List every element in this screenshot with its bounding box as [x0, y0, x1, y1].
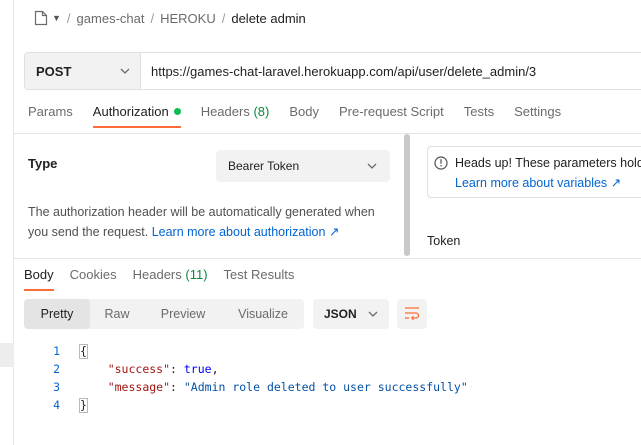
json-close-brace: } [79, 398, 88, 413]
http-method-select[interactable]: POST [25, 53, 141, 89]
tab-settings[interactable]: Settings [514, 104, 561, 126]
tab-params[interactable]: Params [28, 104, 73, 126]
breadcrumb-folder[interactable]: HEROKU [160, 11, 216, 26]
response-body-viewer[interactable]: 1 { 2 "success": true, 3 "message": "Adm… [30, 342, 468, 414]
response-divider [14, 258, 641, 259]
caret-down-icon[interactable]: ▼ [52, 13, 61, 23]
tab-label: Headers [200, 104, 250, 119]
response-headers-count: (11) [185, 267, 208, 282]
format-select[interactable]: JSON [313, 299, 389, 329]
tab-test-results[interactable]: Test Results [224, 267, 295, 289]
chevron-down-icon [367, 163, 377, 169]
http-method-label: POST [36, 63, 72, 79]
request-url-bar: POST https://games-chat-laravel.herokuap… [24, 52, 641, 90]
sidebar-selected-row[interactable] [0, 343, 14, 367]
learn-more-variables-link[interactable]: Learn more about variables ↗ [455, 175, 621, 190]
response-tabs: Body Cookies Headers (11) Test Results [24, 267, 310, 291]
breadcrumb-separator: / [66, 10, 71, 26]
code-line: 2 "success": true, [30, 360, 468, 378]
line-number: 1 [53, 344, 60, 358]
tab-body[interactable]: Body [289, 104, 319, 126]
chevron-down-icon [120, 68, 130, 74]
format-value: JSON [324, 307, 357, 321]
view-preview-button[interactable]: Preview [144, 299, 222, 329]
tab-label: Test Results [223, 267, 295, 282]
breadcrumb: ▼ / games-chat / HEROKU / delete admin [34, 8, 306, 28]
tab-authorization[interactable]: Authorization [92, 104, 181, 128]
view-mode-selector: Pretty Raw Preview Visualize [24, 299, 304, 329]
variables-notice: Heads up! These parameters hold Learn mo… [427, 146, 641, 198]
url-input[interactable]: https://games-chat-laravel.herokuapp.com… [141, 53, 641, 89]
code-line: 3 "message": "Admin role deleted to user… [30, 378, 468, 396]
tab-label: Body [24, 267, 54, 282]
json-key: "message" [107, 380, 171, 394]
json-value: true [183, 362, 212, 376]
breadcrumb-request-name[interactable]: delete admin [231, 11, 305, 26]
info-icon [434, 156, 448, 173]
notice-text: Heads up! These parameters hold [455, 156, 641, 170]
code-line: 1 { [30, 342, 468, 360]
code-line: 4 } [30, 396, 468, 414]
breadcrumb-collection[interactable]: games-chat [77, 11, 145, 26]
view-pretty-button[interactable]: Pretty [24, 299, 90, 329]
tab-tests[interactable]: Tests [464, 104, 494, 126]
auth-type-value: Bearer Token [228, 159, 300, 173]
tabs-divider [14, 133, 641, 134]
tab-pre-request-script[interactable]: Pre-request Script [339, 104, 444, 126]
headers-count: (8) [253, 104, 270, 119]
tab-response-body[interactable]: Body [24, 267, 54, 291]
tab-cookies[interactable]: Cookies [70, 267, 117, 289]
breadcrumb-separator: / [221, 10, 226, 26]
json-value: "Admin role deleted to user successfully… [183, 380, 468, 394]
view-visualize-button[interactable]: Visualize [222, 299, 304, 329]
wrap-lines-icon [404, 306, 420, 323]
panel-resize-scrollbar[interactable] [404, 134, 410, 256]
tab-label: Params [28, 104, 73, 119]
tab-label: Body [289, 104, 319, 119]
view-raw-button[interactable]: Raw [90, 299, 144, 329]
tab-label: Cookies [69, 267, 117, 282]
tab-label: Tests [463, 104, 495, 119]
left-sidebar-rail [0, 0, 14, 445]
chevron-down-icon [368, 311, 378, 317]
auth-type-label: Type [28, 156, 58, 171]
token-label: Token [427, 234, 461, 248]
json-comma: , [211, 362, 219, 376]
learn-more-authorization-link[interactable]: Learn more about authorization ↗ [152, 225, 340, 239]
json-open-brace: { [79, 344, 88, 359]
auth-type-select[interactable]: Bearer Token [216, 150, 390, 182]
line-number: 4 [53, 398, 60, 412]
tab-response-headers[interactable]: Headers (11) [133, 267, 208, 289]
tab-label: Settings [514, 104, 562, 119]
request-tabs: Params Authorization Headers (8) Body Pr… [28, 104, 581, 128]
status-dot-icon [173, 108, 181, 115]
tab-headers[interactable]: Headers (8) [201, 104, 270, 126]
json-key: "success" [107, 362, 171, 376]
line-number: 2 [53, 362, 60, 376]
tab-label: Headers [132, 267, 182, 282]
request-doc-icon [34, 10, 48, 26]
breadcrumb-separator: / [150, 10, 155, 26]
auth-description: The authorization header will be automat… [28, 202, 398, 242]
tab-label: Authorization [92, 104, 169, 119]
wrap-lines-button[interactable] [397, 299, 427, 329]
line-number: 3 [53, 380, 60, 394]
tab-label: Pre-request Script [338, 104, 444, 119]
